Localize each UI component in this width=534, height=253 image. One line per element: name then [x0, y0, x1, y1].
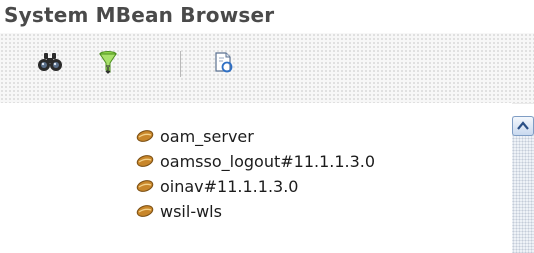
- vertical-scrollbar[interactable]: [512, 116, 534, 253]
- tree-item-oamsso-logout[interactable]: oamsso_logout#11.1.1.3.0: [136, 149, 375, 173]
- toolbar: [0, 33, 534, 104]
- page-title: System MBean Browser: [4, 3, 275, 27]
- refresh-button[interactable]: [210, 48, 238, 76]
- scroll-up-button[interactable]: [512, 116, 534, 136]
- tree-item-wsil-wls[interactable]: wsil-wls: [136, 199, 222, 223]
- tree-item-label: oamsso_logout#11.1.1.3.0: [160, 151, 376, 171]
- toolbar-separator: [180, 51, 181, 77]
- bean-icon: [136, 154, 154, 168]
- tree-item-oinav[interactable]: oinav#11.1.1.3.0: [136, 174, 298, 198]
- bean-icon: [136, 129, 154, 143]
- refresh-document-icon: [210, 48, 238, 76]
- filter-button[interactable]: [94, 48, 122, 76]
- bean-icon: [136, 204, 154, 218]
- filter-icon: [94, 48, 122, 76]
- bean-icon: [136, 179, 154, 193]
- chevron-up-icon: [513, 117, 533, 135]
- tree-item-oam-server[interactable]: oam_server: [136, 124, 254, 148]
- mbean-tree: oam_server oamsso_logout#11.1.1.3.0 oina…: [0, 103, 512, 253]
- find-button[interactable]: [36, 48, 64, 76]
- tree-item-label: oam_server: [160, 126, 254, 146]
- tree-item-label: wsil-wls: [160, 201, 222, 221]
- tree-item-label: oinav#11.1.1.3.0: [160, 176, 299, 196]
- binoculars-icon: [36, 48, 64, 76]
